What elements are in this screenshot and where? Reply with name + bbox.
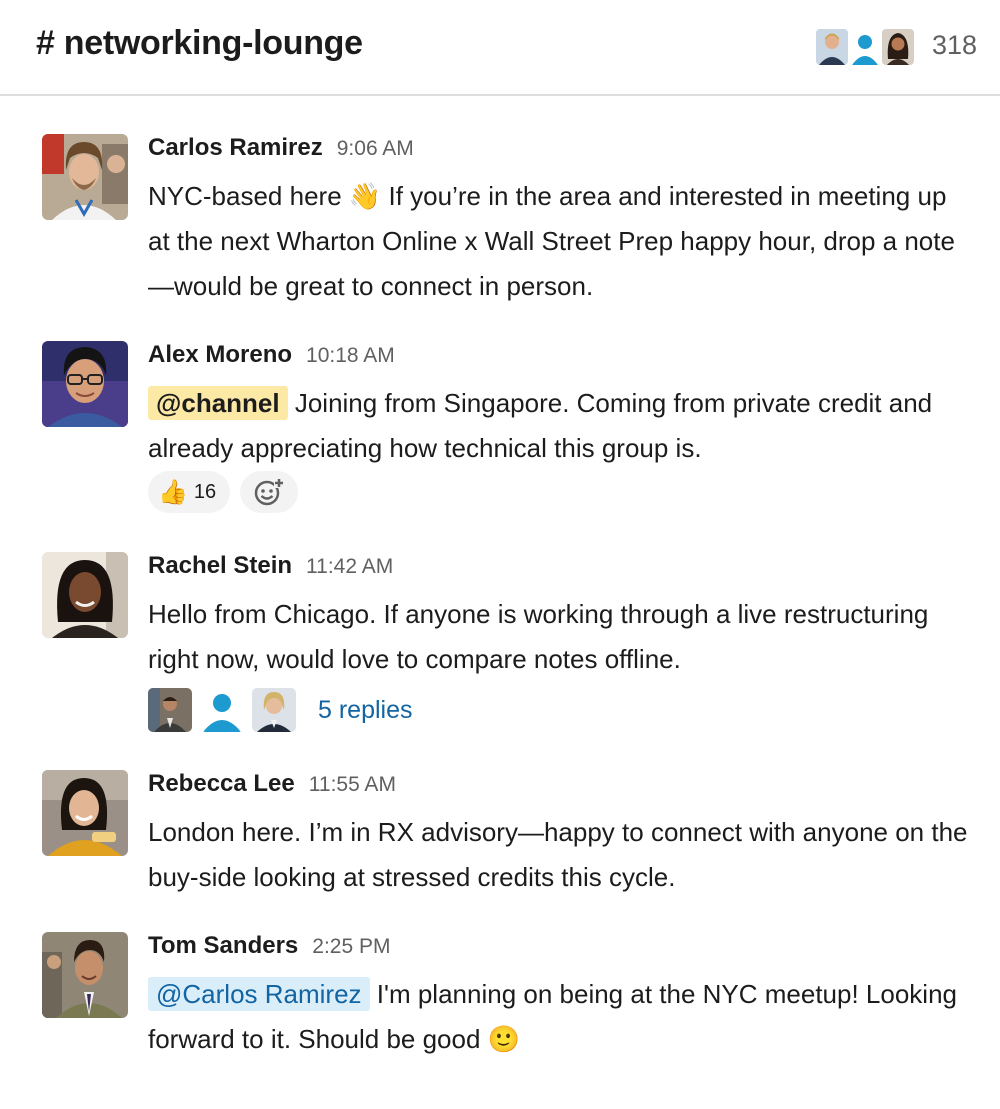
timestamp[interactable]: 11:55 AM [309, 773, 396, 796]
timestamp[interactable]: 10:18 AM [306, 344, 395, 367]
member-count[interactable]: 318 [932, 30, 977, 61]
message-text: @channel Joining from Singapore. Coming … [148, 381, 968, 471]
reactions-bar: 👍 16 [148, 471, 299, 513]
user-mention[interactable]: @Carlos Ramirez [148, 977, 370, 1011]
avatar[interactable] [42, 932, 128, 1018]
message-text: London here. I’m in RX advisory—happy to… [148, 810, 968, 900]
message-text: NYC-based here 👋 If you’re in the area a… [148, 174, 968, 309]
reply-avatar [252, 688, 296, 732]
channel-mention[interactable]: @channel [148, 386, 288, 420]
wave-emoji: 👋 [348, 181, 382, 211]
replies-link[interactable]: 5 replies [318, 696, 413, 725]
message-text: Hello from Chicago. If anyone is working… [148, 592, 968, 682]
timestamp[interactable]: 11:42 AM [306, 555, 393, 578]
message-header: Rebecca Lee 11:55 AM [148, 770, 396, 800]
author-name[interactable]: Alex Moreno [148, 341, 292, 368]
avatar[interactable] [42, 552, 128, 638]
avatar[interactable] [42, 770, 128, 856]
message-header: Rachel Stein 11:42 AM [148, 552, 393, 582]
channel-title[interactable]: # networking-lounge [36, 24, 363, 63]
member-avatar-placeholder [849, 29, 881, 65]
author-name[interactable]: Rachel Stein [148, 552, 292, 579]
author-name[interactable]: Tom Sanders [148, 932, 298, 959]
message-text-part: NYC-based here [148, 181, 349, 211]
message-text-part: Hello from Chicago. If anyone is working… [148, 599, 929, 674]
add-reaction-icon [254, 478, 285, 506]
timestamp[interactable]: 9:06 AM [337, 137, 414, 160]
reaction-count: 16 [193, 480, 217, 503]
message-text-part: London here. I’m in RX advisory—happy to… [148, 817, 968, 892]
reply-avatar [148, 688, 192, 732]
member-avatars[interactable] [816, 29, 915, 67]
thread-summary[interactable]: 5 replies [148, 688, 413, 732]
avatar[interactable] [42, 134, 128, 220]
add-reaction-button[interactable] [240, 471, 299, 513]
avatar[interactable] [42, 341, 128, 427]
reaction-thumbs-up[interactable]: 👍 16 [148, 471, 231, 513]
author-name[interactable]: Rebecca Lee [148, 770, 295, 797]
member-avatar [816, 29, 848, 65]
member-avatar [882, 29, 914, 65]
message-header: Carlos Ramirez 9:06 AM [148, 134, 414, 164]
timestamp[interactable]: 2:25 PM [312, 935, 390, 958]
author-name[interactable]: Carlos Ramirez [148, 134, 323, 161]
message-text: @Carlos Ramirez I'm planning on being at… [148, 972, 968, 1062]
thumbs-up-icon: 👍 [158, 478, 188, 506]
channel-header: # networking-lounge 318 [0, 0, 1000, 96]
reply-avatar-placeholder [200, 688, 244, 732]
message-header: Alex Moreno 10:18 AM [148, 341, 395, 371]
message-header: Tom Sanders 2:25 PM [148, 932, 390, 962]
smile-emoji: 🙂 [487, 1024, 521, 1054]
